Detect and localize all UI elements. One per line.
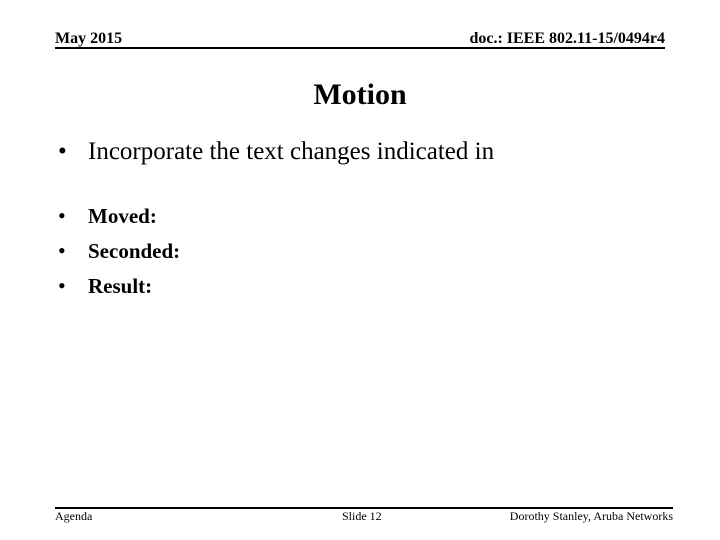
bullet-item-main: • Incorporate the text changes indicated… (58, 138, 494, 166)
bullet-icon: • (58, 138, 67, 165)
bullet-item-moved: • Moved: (58, 203, 157, 229)
bullet-text: Seconded: (88, 239, 181, 263)
bullet-item-seconded: • Seconded: (58, 238, 180, 264)
header-doc-id: doc.: IEEE 802.11-15/0494r4 (469, 30, 665, 47)
bullet-text: Result: (88, 274, 153, 298)
footer-author: Dorothy Stanley, Aruba Networks (509, 509, 673, 523)
bullet-icon: • (58, 273, 66, 298)
footer-left: Agenda (55, 509, 93, 523)
bullet-icon: • (58, 238, 66, 263)
bullet-icon: • (58, 203, 66, 228)
bullet-item-result: • Result: (58, 273, 152, 299)
bullet-text: Incorporate the text changes indicated i… (88, 138, 495, 165)
slide-title: Motion (313, 78, 407, 111)
footer-slide-number: Slide 12 (342, 509, 382, 523)
bullet-text: Moved: (88, 204, 157, 228)
header-date: May 2015 (55, 30, 123, 47)
header-divider (55, 47, 665, 49)
